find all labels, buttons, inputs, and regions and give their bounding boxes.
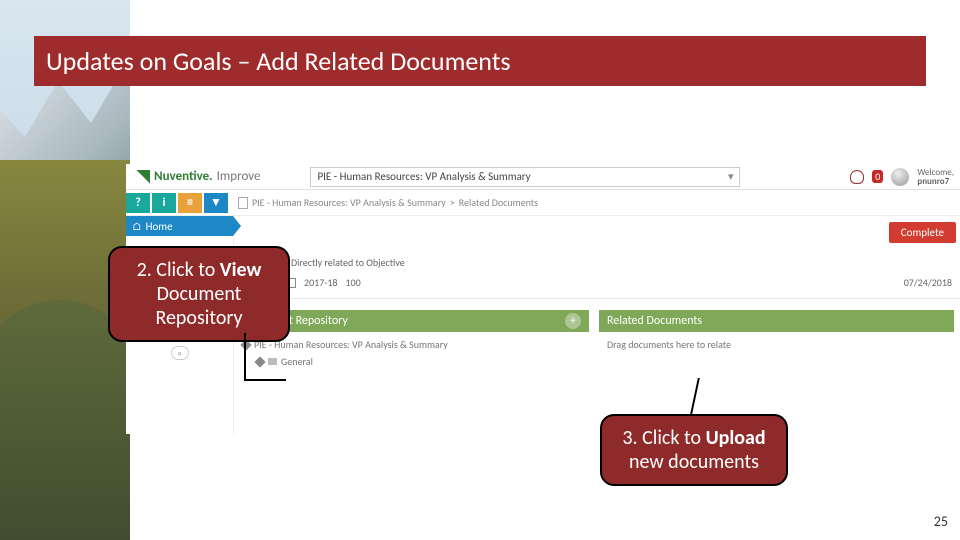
callout2-text-a: 2. Click to xyxy=(137,258,220,282)
related-drop-hint: Drag documents here to relate xyxy=(607,338,731,351)
callout3-text-b: Upload xyxy=(706,426,766,450)
breadcrumb-sep: > xyxy=(450,196,455,209)
panel-related-documents: Related Documents Drag documents here to… xyxy=(599,310,954,378)
home-icon: ⌂ xyxy=(132,220,142,233)
breadcrumb-page: Related Documents xyxy=(459,196,538,209)
callout3-text-c: new documents xyxy=(629,450,759,474)
main-content: Complete Directly related to Objective 2… xyxy=(234,216,960,434)
repo-folder-unit[interactable]: PIE - Human Resources: VP Analysis & Sum… xyxy=(242,338,581,351)
welcome-user: pnunro7 xyxy=(917,176,949,187)
toolbar-row: ? i ≡ ▼ PIE - Human Resources: VP Analys… xyxy=(126,190,960,216)
status-pct: 100 xyxy=(345,276,360,289)
complete-button[interactable]: Complete xyxy=(889,222,956,243)
slide-title: Updates on Goals – Add Related Documents xyxy=(46,45,511,77)
brand-logo: Nuventive. Improve xyxy=(126,169,270,184)
folder-icon xyxy=(268,358,277,365)
breadcrumb: PIE - Human Resources: VP Analysis & Sum… xyxy=(238,196,538,209)
divider xyxy=(234,298,960,299)
callout3-text-a: 3. Click to xyxy=(622,426,705,450)
sidebar-collapse-button[interactable]: « xyxy=(126,342,233,364)
repo-folder-general[interactable]: General xyxy=(242,355,581,368)
notification-badge: 0 xyxy=(872,170,883,183)
slide-number: 25 xyxy=(934,513,948,530)
pin-icon xyxy=(254,356,265,367)
info-button[interactable]: i xyxy=(152,193,176,213)
objective-label: Directly related to Objective xyxy=(291,256,405,269)
filter-button[interactable]: ▼ xyxy=(204,193,228,213)
brand-text-a: Nuventive. xyxy=(154,169,213,184)
callout-step-3: 3. Click to Upload new documents xyxy=(600,414,788,486)
status-date: 07/24/2018 xyxy=(904,276,952,289)
welcome-text: Welcome, pnunro7 xyxy=(917,168,954,186)
avatar[interactable] xyxy=(891,168,909,186)
panel-related-title: Related Documents xyxy=(607,314,702,328)
menu-button[interactable]: ≡ xyxy=(178,193,202,213)
callout2-leader xyxy=(244,379,286,381)
brand-text-b: Improve xyxy=(217,169,261,184)
objective-row: Directly related to Objective xyxy=(274,256,405,269)
doc-icon xyxy=(238,197,248,209)
repo-folder-general-label: General xyxy=(281,355,313,368)
sidebar-home-label: Home xyxy=(146,220,173,233)
callout2-leader xyxy=(244,333,246,379)
upload-document-button[interactable]: + xyxy=(565,313,581,329)
bell-icon[interactable] xyxy=(850,170,864,184)
app-header: Nuventive. Improve PIE - Human Resources… xyxy=(126,164,960,190)
breadcrumb-unit[interactable]: PIE - Human Resources: VP Analysis & Sum… xyxy=(252,196,446,209)
callout-step-2: 2. Click to View Document Repository xyxy=(108,246,290,342)
slide-title-bar: Updates on Goals – Add Related Documents xyxy=(34,36,926,86)
callout2-text-c: Document Repository xyxy=(155,282,242,330)
unit-dropdown-value: PIE - Human Resources: VP Analysis & Sum… xyxy=(317,170,530,183)
unit-dropdown[interactable]: PIE - Human Resources: VP Analysis & Sum… xyxy=(310,167,740,187)
brand-mark-icon xyxy=(136,170,150,184)
callout2-text-b: View xyxy=(220,258,262,282)
sidebar-item-home[interactable]: ⌂ Home xyxy=(126,216,233,236)
help-button[interactable]: ? xyxy=(126,193,150,213)
status-year: 2017-18 xyxy=(304,276,337,289)
